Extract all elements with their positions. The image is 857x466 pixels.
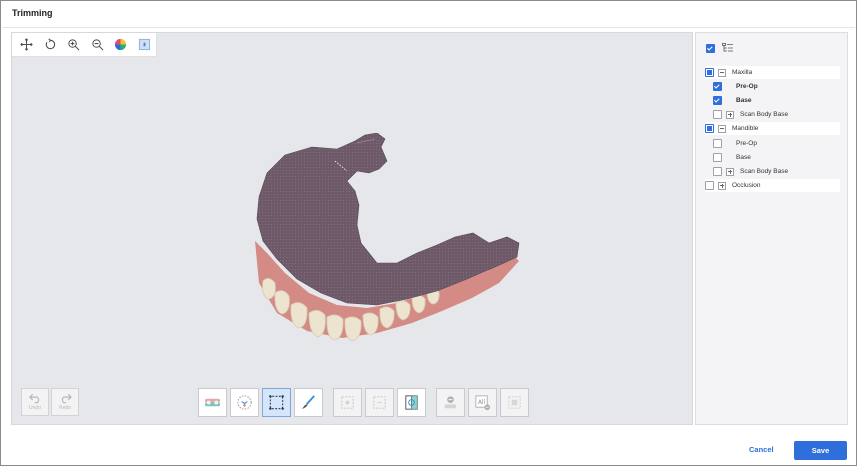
3d-viewport[interactable]: Undo Redo All (11, 32, 693, 425)
dental-scan-model[interactable] (237, 132, 527, 373)
mandible-pre-op-checkbox[interactable] (713, 139, 722, 148)
tree-item-maxilla-base[interactable]: Base (713, 94, 840, 107)
tree-item-mandible-pre-op[interactable]: Pre-Op (713, 137, 840, 150)
occlusion-checkbox[interactable] (705, 181, 714, 190)
trimming-dialog: Trimming Undo Redo All Maxilla Pre-Op Ba… (0, 0, 857, 466)
trim-tools: All (198, 388, 529, 417)
tree-item-label: Base (736, 154, 751, 161)
tree-item-label: Occlusion (732, 182, 761, 189)
view-toolbar (12, 33, 157, 57)
tree-item-label: Pre-Op (736, 83, 758, 90)
history-controls: Undo Redo (21, 388, 79, 416)
tree-item-mandible[interactable]: Mandible (705, 122, 840, 135)
select-all-icon: All (475, 395, 491, 411)
freeform-select-icon (269, 395, 284, 410)
title-divider (2, 27, 855, 28)
expand-icon[interactable] (718, 181, 726, 190)
delete-selection-icon (508, 396, 521, 409)
maxilla-scan-body-base-checkbox[interactable] (713, 110, 722, 119)
fill-area-button[interactable] (333, 388, 362, 417)
tree-item-maxilla-pre-op[interactable]: Pre-Op (713, 80, 840, 93)
cancel-button[interactable]: Cancel (749, 445, 774, 454)
freeform-area-select-button[interactable] (262, 388, 291, 417)
tree-list-icon[interactable] (722, 43, 733, 53)
rotate-icon[interactable] (39, 35, 63, 55)
tree-item-maxilla-scan-body-base[interactable]: Scan Body Base (713, 108, 840, 121)
undo-button[interactable]: Undo (21, 388, 49, 416)
deselect-area-icon (373, 396, 386, 409)
teeth-icon (204, 398, 221, 407)
expand-icon[interactable] (726, 167, 734, 176)
undo-label: Undo (29, 405, 41, 411)
expand-icon[interactable] (726, 110, 734, 119)
tree-item-label: Base (736, 97, 752, 104)
redo-label: Redo (59, 405, 71, 411)
clear-selection-icon (444, 396, 457, 409)
clear-selection-button[interactable] (436, 388, 465, 417)
tree-item-mandible-scan-body-base[interactable]: Scan Body Base (713, 165, 840, 178)
tree-item-occlusion[interactable]: Occlusion (705, 179, 840, 192)
tree-item-label: Scan Body Base (740, 168, 789, 175)
tree-item-label: Pre-Op (736, 140, 757, 147)
svg-text:All: All (478, 400, 485, 406)
save-button[interactable]: Save (794, 441, 847, 460)
collapse-icon[interactable] (718, 68, 726, 77)
tree-item-label: Mandible (732, 125, 759, 132)
dialog-title: Trimming (12, 8, 53, 18)
redo-button[interactable]: Redo (51, 388, 79, 416)
maxilla-pre-op-checkbox[interactable] (713, 82, 722, 91)
tree-item-label: Scan Body Base (740, 111, 789, 118)
mandible-scan-body-base-checkbox[interactable] (713, 167, 722, 176)
object-tree-panel: Maxilla Pre-Op Base Scan Body Base Mandi… (695, 32, 848, 425)
brush-button[interactable] (294, 388, 323, 417)
mandible-base-checkbox[interactable] (713, 153, 722, 162)
color-map-icon[interactable] (109, 35, 133, 55)
mandible-checkbox[interactable] (705, 124, 714, 133)
mirror-select-button[interactable] (230, 388, 259, 417)
tree-header (706, 43, 733, 53)
deselect-area-button[interactable] (365, 388, 394, 417)
invert-selection-icon (405, 395, 418, 410)
tree-item-label: Maxilla (732, 69, 753, 76)
maxilla-base-checkbox[interactable] (713, 96, 722, 105)
tree-item-mandible-base[interactable]: Base (713, 151, 840, 164)
select-all-button[interactable]: All (468, 388, 497, 417)
pan-icon[interactable] (15, 35, 39, 55)
texture-toggle-icon[interactable] (133, 35, 157, 55)
zoom-out-icon[interactable] (86, 35, 110, 55)
maxilla-checkbox[interactable] (705, 68, 714, 77)
select-all-checkbox[interactable] (706, 43, 715, 53)
mirror-select-icon (237, 395, 252, 410)
delete-selection-button[interactable] (500, 388, 529, 417)
collapse-icon[interactable] (718, 124, 726, 133)
fill-area-icon (341, 396, 354, 409)
invert-selection-button[interactable] (397, 388, 426, 417)
occlusion-view-button[interactable] (198, 388, 227, 417)
tree-item-maxilla[interactable]: Maxilla (705, 66, 840, 79)
zoom-in-icon[interactable] (62, 35, 86, 55)
brush-icon (301, 395, 315, 410)
